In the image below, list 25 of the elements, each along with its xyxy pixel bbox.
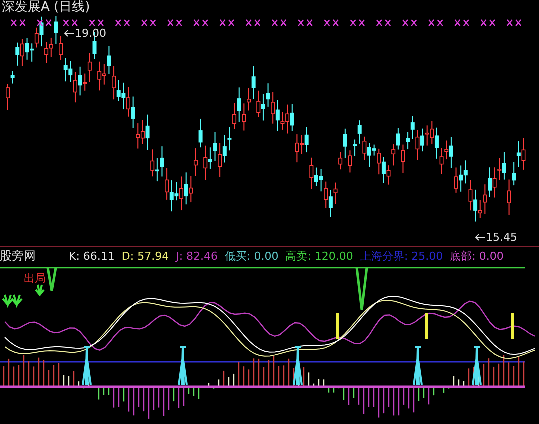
indicator-readout: 上海分界: 25.00 [360,248,444,264]
down-arrow-icon [11,294,23,308]
buy-marker [413,346,423,386]
buy-marker [472,346,482,386]
arrow-icon [475,234,485,241]
down-arrow-icon [2,294,14,308]
indicator-readout: 低买: 0.00 [225,248,279,264]
low-price-label: 15.45 [486,231,518,244]
arrow-icon [64,30,74,37]
sell-signal-label: 出局 [24,271,46,286]
indicator-readout: 底部: 0.00 [450,248,504,264]
indicator-readout: D: 57.94 [122,250,170,262]
buy-marker [178,346,188,386]
buy-marker [293,346,303,386]
high-price-label: 19.00 [75,27,106,40]
indicator-readout: 高卖: 120.00 [286,248,354,264]
down-arrow-icon [35,284,45,297]
indicator-name: 股旁网 [0,248,36,264]
signal-bar [426,313,428,339]
chart-title: 深发展A (日线) [2,0,90,16]
buy-marker [82,346,92,386]
indicator-readout: J: 82.46 [176,250,218,262]
indicator-readout: K: 66.11 [69,250,115,262]
signal-bar [512,313,514,339]
signal-bar [336,313,340,339]
